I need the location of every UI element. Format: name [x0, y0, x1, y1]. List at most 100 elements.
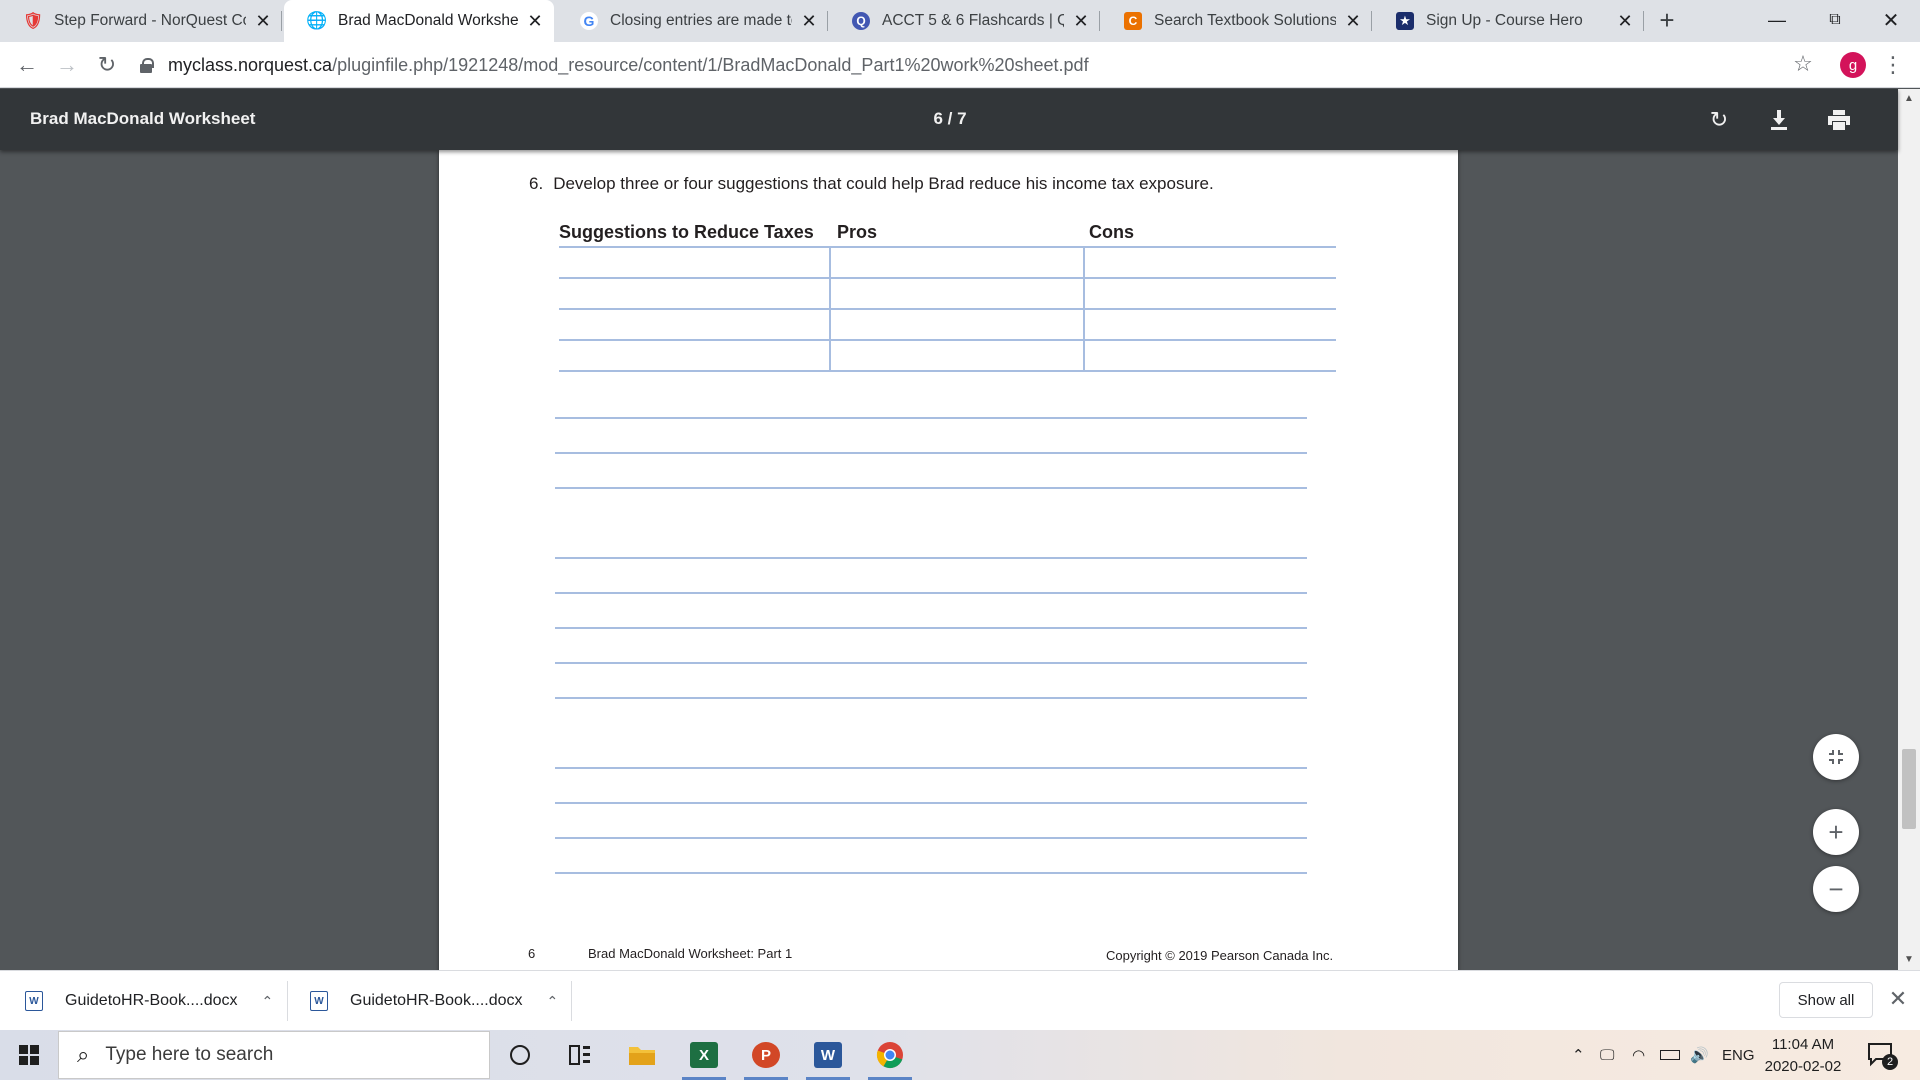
powerpoint-glyph: P — [752, 1042, 780, 1068]
close-tab-icon[interactable]: ✕ — [1344, 11, 1362, 31]
scroll-down-arrow-icon[interactable]: ▼ — [1898, 950, 1920, 970]
chevron-up-icon[interactable]: ⌃ — [547, 993, 559, 1010]
windows-taskbar: ⌕ Type here to search X P W ⌃ 🖵 ◠ 🔊 ENG … — [0, 1030, 1920, 1080]
wifi-icon[interactable]: ◠ — [1632, 1030, 1645, 1080]
tab-separator — [1643, 11, 1644, 31]
cortana-icon[interactable] — [492, 1030, 548, 1080]
meet-now-icon[interactable]: 🖵 — [1600, 1030, 1614, 1080]
question-text: Develop three or four suggestions that c… — [553, 174, 1214, 193]
print-icon[interactable] — [1824, 105, 1854, 135]
globe-icon: 🌐 — [306, 11, 328, 30]
show-all-downloads-button[interactable]: Show all — [1779, 982, 1873, 1018]
print-glyph — [1828, 110, 1850, 130]
more-options-icon[interactable]: ⋮ — [1880, 50, 1906, 80]
vertical-scrollbar[interactable]: ▲ ▼ — [1898, 89, 1920, 970]
table-column-divider — [829, 246, 831, 371]
file-explorer-icon[interactable] — [614, 1030, 670, 1080]
minimize-button[interactable]: — — [1748, 0, 1806, 40]
download-filename: GuidetoHR-Book....docx — [350, 992, 523, 1009]
header-cons: Cons — [1089, 222, 1134, 242]
address-bar[interactable]: myclass.norquest.ca/pluginfile.php/19212… — [140, 48, 1800, 82]
lock-icon — [140, 58, 154, 73]
pdf-viewer[interactable]: 6. Develop three or four suggestions that… — [0, 150, 1898, 970]
word-icon[interactable]: W — [800, 1030, 856, 1080]
word-document-icon: W — [25, 991, 43, 1011]
table-column-divider — [1083, 246, 1085, 371]
language-indicator[interactable]: ENG — [1722, 1030, 1755, 1080]
taskbar-search[interactable]: ⌕ Type here to search — [58, 1031, 490, 1079]
tab-acct-flashcards[interactable]: Q ACCT 5 & 6 Flashcards | Quiz ✕ — [828, 0, 1100, 42]
quizlet-q-icon: Q — [852, 12, 870, 30]
course-hero-star-icon: ★ — [1396, 12, 1414, 30]
tab-title: Sign Up - Course Hero — [1426, 12, 1583, 29]
download-icon[interactable] — [1764, 105, 1794, 135]
rotate-icon[interactable]: ↻ — [1704, 105, 1734, 135]
forward-arrow-icon[interactable]: → — [52, 50, 82, 80]
answer-line — [555, 627, 1307, 629]
footer-title: Brad MacDonald Worksheet: Part 1 — [588, 946, 793, 961]
fit-page-icon — [1829, 750, 1843, 764]
restore-button[interactable]: ⧉ — [1806, 0, 1864, 40]
fit-to-page-button[interactable] — [1813, 734, 1859, 780]
tab-strip: 🛡 Step Forward - NorQuest Col ✕ 🌐 Brad M… — [0, 0, 1920, 42]
tab-title: ACCT 5 & 6 Flashcards | Quiz — [882, 12, 1064, 29]
tab-step-forward[interactable]: 🛡 Step Forward - NorQuest Col ✕ — [0, 0, 282, 42]
profile-avatar[interactable]: g — [1840, 52, 1866, 78]
close-tab-icon[interactable]: ✕ — [800, 11, 818, 31]
bookmark-star-icon[interactable]: ☆ — [1788, 48, 1818, 80]
close-tab-icon[interactable]: ✕ — [526, 11, 544, 31]
back-arrow-icon[interactable]: ← — [12, 50, 42, 80]
scrollbar-thumb[interactable] — [1902, 749, 1916, 829]
word-document-icon: W — [310, 991, 328, 1011]
show-hidden-icons-chevron-up-icon[interactable]: ⌃ — [1572, 1030, 1585, 1080]
start-button[interactable] — [0, 1030, 58, 1080]
close-shelf-icon[interactable]: ✕ — [1886, 986, 1910, 1011]
answer-line — [555, 557, 1307, 559]
close-tab-icon[interactable]: ✕ — [254, 11, 272, 31]
new-tab-button[interactable]: + — [1652, 7, 1682, 34]
task-view-icon[interactable] — [552, 1030, 608, 1080]
close-tab-icon[interactable]: ✕ — [1616, 11, 1634, 31]
battery-outline — [1660, 1050, 1680, 1060]
scroll-up-arrow-icon[interactable]: ▲ — [1898, 89, 1920, 109]
window-close-button[interactable]: ✕ — [1862, 0, 1920, 40]
close-tab-icon[interactable]: ✕ — [1072, 11, 1090, 31]
table-rule — [559, 339, 1336, 341]
volume-icon[interactable]: 🔊 — [1690, 1030, 1709, 1080]
chrome-icon[interactable] — [862, 1030, 918, 1080]
download-filename: GuidetoHR-Book....docx — [65, 992, 238, 1009]
footer-copyright: Copyright © 2019 Pearson Canada Inc. — [1106, 948, 1334, 963]
download-item[interactable]: W GuidetoHR-Book....docx ⌃ — [25, 971, 273, 1031]
zoom-out-button[interactable]: − — [1813, 866, 1859, 912]
tab-course-hero[interactable]: ★ Sign Up - Course Hero ✕ — [1372, 0, 1644, 42]
excel-glyph: X — [690, 1042, 718, 1068]
table-rule — [559, 277, 1336, 279]
search-placeholder: Type here to search — [105, 1044, 274, 1065]
chegg-c-icon: C — [1124, 12, 1142, 30]
google-g-icon: G — [580, 12, 598, 30]
pdf-page-indicator: 6 / 7 — [933, 109, 967, 128]
excel-icon[interactable]: X — [676, 1030, 732, 1080]
pdf-toolbar: Brad MacDonald Worksheet 6 / 7 ↻ — [0, 89, 1898, 150]
answer-line — [555, 872, 1307, 874]
pdf-document-title: Brad MacDonald Worksheet — [30, 109, 256, 128]
clock[interactable]: 11:04 AM 2020-02-02 — [1760, 1034, 1846, 1078]
answer-line — [555, 837, 1307, 839]
download-separator — [571, 981, 572, 1021]
reload-icon[interactable]: ↻ — [92, 50, 122, 80]
task-view-glyph — [569, 1045, 590, 1065]
zoom-in-button[interactable]: + — [1813, 809, 1859, 855]
tab-closing-entries[interactable]: G Closing entries are made to t ✕ — [556, 0, 828, 42]
pdf-page: 6. Develop three or four suggestions that… — [439, 150, 1458, 970]
battery-icon[interactable] — [1660, 1030, 1680, 1080]
answer-line — [555, 697, 1307, 699]
notifications-icon[interactable]: 2 — [1866, 1040, 1898, 1070]
download-item[interactable]: W GuidetoHR-Book....docx ⌃ — [310, 971, 558, 1031]
tab-textbook-solutions[interactable]: C Search Textbook Solutions | C ✕ — [1100, 0, 1372, 42]
table-rule — [559, 246, 1336, 248]
powerpoint-icon[interactable]: P — [738, 1030, 794, 1080]
download-separator — [287, 981, 288, 1021]
tab-brad-macdonald-worksheet[interactable]: 🌐 Brad MacDonald Worksheet ✕ — [284, 0, 554, 42]
chevron-up-icon[interactable]: ⌃ — [262, 993, 274, 1010]
search-icon: ⌕ — [77, 1042, 90, 1067]
